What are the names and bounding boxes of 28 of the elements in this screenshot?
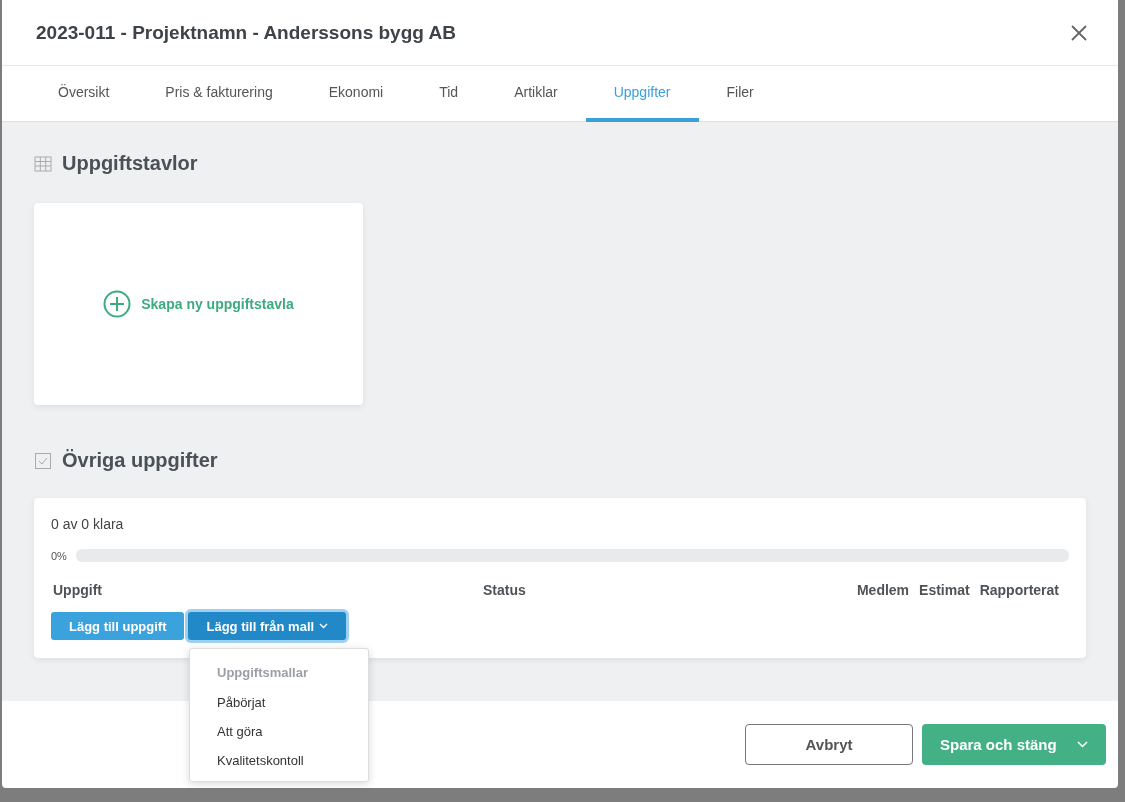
- checkbox-icon: [34, 451, 52, 470]
- section-heading: Uppgiftstavlor: [62, 152, 198, 175]
- menu-item[interactable]: Påbörjat: [190, 688, 368, 717]
- tab[interactable]: Översikt: [30, 66, 138, 122]
- close-icon[interactable]: [1070, 23, 1088, 42]
- tab[interactable]: Pris & fakturering: [137, 66, 301, 122]
- progress-reading: 0%: [51, 549, 67, 562]
- completion-summary: 0 av 0 klara: [51, 516, 125, 532]
- column-header: Uppgift: [53, 582, 103, 598]
- chevron-down-icon: [1077, 741, 1088, 748]
- tab[interactable]: Artiklar: [486, 66, 586, 122]
- column-header: Medlem: [856, 582, 910, 598]
- column-header: Status: [483, 582, 527, 598]
- menu-item[interactable]: Kvalitetskontoll: [190, 746, 368, 775]
- menu-item[interactable]: Att göra: [190, 717, 368, 746]
- cancel-button[interactable]: Avbryt: [745, 724, 913, 765]
- section-heading: Övriga uppgifter: [62, 449, 218, 472]
- window-title: 2023-011 - Projektnamn - Anderssons bygg AB: [36, 21, 456, 44]
- tab[interactable]: Filer: [698, 66, 782, 122]
- column-header: Rapporterat: [979, 582, 1059, 598]
- plus-circle-icon: [103, 290, 132, 318]
- add-from-template-button[interactable]: Lägg till från mall: [188, 612, 347, 640]
- grid-icon: [34, 154, 52, 173]
- caret-icon: [319, 623, 329, 629]
- tab[interactable]: Tid: [411, 66, 487, 122]
- menu-header: Uppgiftsmallar: [216, 664, 309, 682]
- column-header: Estimat: [919, 582, 970, 598]
- tab[interactable]: Ekonomi: [300, 66, 412, 122]
